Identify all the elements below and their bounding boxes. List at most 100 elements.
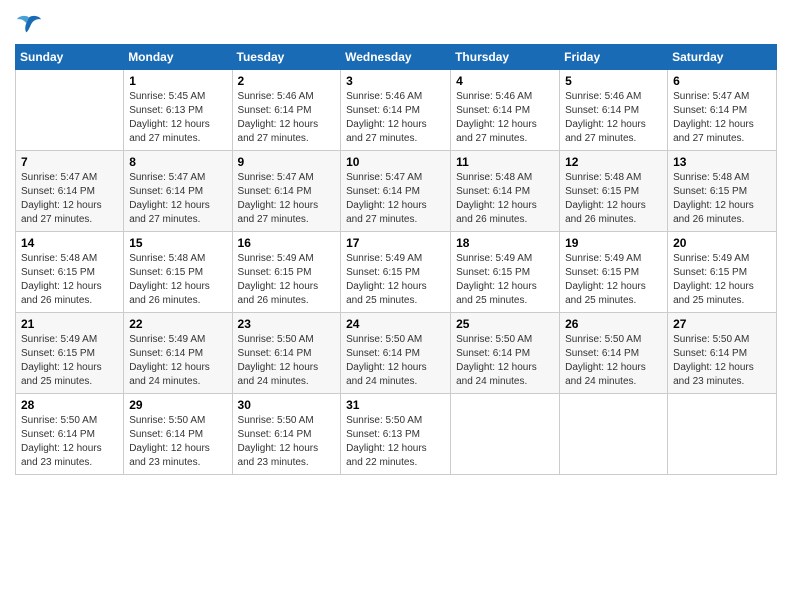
day-info: Sunrise: 5:46 AM Sunset: 6:14 PM Dayligh… xyxy=(346,90,445,146)
day-number: 18 xyxy=(456,236,554,250)
day-info: Sunrise: 5:50 AM Sunset: 6:14 PM Dayligh… xyxy=(673,333,771,389)
calendar-week-5: 28 Sunrise: 5:50 AM Sunset: 6:14 PM Dayli… xyxy=(16,394,777,475)
calendar-cell: 13 Sunrise: 5:48 AM Sunset: 6:15 PM Dayli… xyxy=(668,151,777,232)
day-info: Sunrise: 5:48 AM Sunset: 6:14 PM Dayligh… xyxy=(456,171,554,227)
calendar-week-1: 1 Sunrise: 5:45 AM Sunset: 6:13 PM Daylig… xyxy=(16,70,777,151)
day-number: 31 xyxy=(346,398,445,412)
day-info: Sunrise: 5:45 AM Sunset: 6:13 PM Dayligh… xyxy=(129,90,226,146)
day-number: 10 xyxy=(346,155,445,169)
header-cell-wednesday: Wednesday xyxy=(341,45,451,70)
day-info: Sunrise: 5:47 AM Sunset: 6:14 PM Dayligh… xyxy=(238,171,336,227)
day-number: 1 xyxy=(129,74,226,88)
calendar-cell: 17 Sunrise: 5:49 AM Sunset: 6:15 PM Dayli… xyxy=(341,232,451,313)
calendar-cell: 7Sunrise: 5:47 AM Sunset: 6:14 PM Daylig… xyxy=(16,151,124,232)
day-info: Sunrise: 5:49 AM Sunset: 6:15 PM Dayligh… xyxy=(346,252,445,308)
calendar-cell: 19 Sunrise: 5:49 AM Sunset: 6:15 PM Dayli… xyxy=(560,232,668,313)
calendar-table: SundayMondayTuesdayWednesdayThursdayFrid… xyxy=(15,44,777,475)
calendar-cell: 10 Sunrise: 5:47 AM Sunset: 6:14 PM Dayli… xyxy=(341,151,451,232)
day-number: 14 xyxy=(21,236,118,250)
calendar-cell: 15Sunrise: 5:48 AM Sunset: 6:15 PM Dayli… xyxy=(124,232,232,313)
day-number: 27 xyxy=(673,317,771,331)
calendar-cell: 24 Sunrise: 5:50 AM Sunset: 6:14 PM Dayli… xyxy=(341,313,451,394)
day-info: Sunrise: 5:49 AM Sunset: 6:14 PM Dayligh… xyxy=(129,333,226,389)
calendar-header-row: SundayMondayTuesdayWednesdayThursdayFrid… xyxy=(16,45,777,70)
calendar-cell: 30 Sunrise: 5:50 AM Sunset: 6:14 PM Dayli… xyxy=(232,394,341,475)
day-info: Sunrise: 5:50 AM Sunset: 6:14 PM Dayligh… xyxy=(456,333,554,389)
header-cell-friday: Friday xyxy=(560,45,668,70)
day-info: Sunrise: 5:49 AM Sunset: 6:15 PM Dayligh… xyxy=(238,252,336,308)
day-info: Sunrise: 5:49 AM Sunset: 6:15 PM Dayligh… xyxy=(673,252,771,308)
calendar-cell: 18 Sunrise: 5:49 AM Sunset: 6:15 PM Dayli… xyxy=(451,232,560,313)
calendar-cell: 1 Sunrise: 5:45 AM Sunset: 6:13 PM Daylig… xyxy=(124,70,232,151)
logo-icon xyxy=(15,10,43,38)
day-number: 2 xyxy=(238,74,336,88)
day-number: 9 xyxy=(238,155,336,169)
calendar-cell: 21 Sunrise: 5:49 AM Sunset: 6:15 PM Dayli… xyxy=(16,313,124,394)
calendar-cell: 12Sunrise: 5:48 AM Sunset: 6:15 PM Dayli… xyxy=(560,151,668,232)
day-info: Sunrise: 5:47 AM Sunset: 6:14 PM Dayligh… xyxy=(129,171,226,227)
calendar-cell: 25 Sunrise: 5:50 AM Sunset: 6:14 PM Dayli… xyxy=(451,313,560,394)
day-info: Sunrise: 5:50 AM Sunset: 6:14 PM Dayligh… xyxy=(238,333,336,389)
day-info: Sunrise: 5:47 AM Sunset: 6:14 PM Dayligh… xyxy=(673,90,771,146)
calendar-cell: 2 Sunrise: 5:46 AM Sunset: 6:14 PM Daylig… xyxy=(232,70,341,151)
calendar-cell xyxy=(560,394,668,475)
calendar-cell: 9 Sunrise: 5:47 AM Sunset: 6:14 PM Daylig… xyxy=(232,151,341,232)
day-info: Sunrise: 5:50 AM Sunset: 6:14 PM Dayligh… xyxy=(21,414,118,470)
day-number: 28 xyxy=(21,398,118,412)
header xyxy=(15,10,777,38)
calendar-cell xyxy=(16,70,124,151)
calendar-week-3: 14 Sunrise: 5:48 AM Sunset: 6:15 PM Dayli… xyxy=(16,232,777,313)
calendar-cell: 3 Sunrise: 5:46 AM Sunset: 6:14 PM Daylig… xyxy=(341,70,451,151)
day-number: 5 xyxy=(565,74,662,88)
day-info: Sunrise: 5:47 AM Sunset: 6:14 PM Dayligh… xyxy=(346,171,445,227)
calendar-cell: 8 Sunrise: 5:47 AM Sunset: 6:14 PM Daylig… xyxy=(124,151,232,232)
calendar-cell: 26Sunrise: 5:50 AM Sunset: 6:14 PM Dayli… xyxy=(560,313,668,394)
day-number: 3 xyxy=(346,74,445,88)
day-info: Sunrise: 5:50 AM Sunset: 6:14 PM Dayligh… xyxy=(346,333,445,389)
day-number: 19 xyxy=(565,236,662,250)
day-number: 6 xyxy=(673,74,771,88)
calendar-body: 1 Sunrise: 5:45 AM Sunset: 6:13 PM Daylig… xyxy=(16,70,777,475)
day-number: 8 xyxy=(129,155,226,169)
day-number: 17 xyxy=(346,236,445,250)
day-number: 30 xyxy=(238,398,336,412)
calendar-cell: 27 Sunrise: 5:50 AM Sunset: 6:14 PM Dayli… xyxy=(668,313,777,394)
calendar-week-2: 7Sunrise: 5:47 AM Sunset: 6:14 PM Daylig… xyxy=(16,151,777,232)
day-number: 16 xyxy=(238,236,336,250)
day-info: Sunrise: 5:49 AM Sunset: 6:15 PM Dayligh… xyxy=(565,252,662,308)
day-info: Sunrise: 5:50 AM Sunset: 6:14 PM Dayligh… xyxy=(129,414,226,470)
day-number: 13 xyxy=(673,155,771,169)
day-number: 21 xyxy=(21,317,118,331)
day-info: Sunrise: 5:50 AM Sunset: 6:13 PM Dayligh… xyxy=(346,414,445,470)
calendar-cell: 31 Sunrise: 5:50 AM Sunset: 6:13 PM Dayli… xyxy=(341,394,451,475)
day-number: 4 xyxy=(456,74,554,88)
calendar-cell: 22 Sunrise: 5:49 AM Sunset: 6:14 PM Dayli… xyxy=(124,313,232,394)
day-number: 23 xyxy=(238,317,336,331)
day-number: 11 xyxy=(456,155,554,169)
day-number: 25 xyxy=(456,317,554,331)
calendar-cell: 29 Sunrise: 5:50 AM Sunset: 6:14 PM Dayli… xyxy=(124,394,232,475)
calendar-cell: 16 Sunrise: 5:49 AM Sunset: 6:15 PM Dayli… xyxy=(232,232,341,313)
day-info: Sunrise: 5:50 AM Sunset: 6:14 PM Dayligh… xyxy=(238,414,336,470)
calendar-cell xyxy=(668,394,777,475)
day-info: Sunrise: 5:46 AM Sunset: 6:14 PM Dayligh… xyxy=(456,90,554,146)
day-info: Sunrise: 5:46 AM Sunset: 6:14 PM Dayligh… xyxy=(238,90,336,146)
day-number: 22 xyxy=(129,317,226,331)
header-cell-thursday: Thursday xyxy=(451,45,560,70)
calendar-cell: 28 Sunrise: 5:50 AM Sunset: 6:14 PM Dayli… xyxy=(16,394,124,475)
day-info: Sunrise: 5:48 AM Sunset: 6:15 PM Dayligh… xyxy=(129,252,226,308)
day-info: Sunrise: 5:49 AM Sunset: 6:15 PM Dayligh… xyxy=(456,252,554,308)
day-number: 26 xyxy=(565,317,662,331)
calendar-cell: 23 Sunrise: 5:50 AM Sunset: 6:14 PM Dayli… xyxy=(232,313,341,394)
day-info: Sunrise: 5:46 AM Sunset: 6:14 PM Dayligh… xyxy=(565,90,662,146)
day-number: 24 xyxy=(346,317,445,331)
day-number: 29 xyxy=(129,398,226,412)
calendar-cell: 11 Sunrise: 5:48 AM Sunset: 6:14 PM Dayli… xyxy=(451,151,560,232)
logo xyxy=(15,10,47,38)
day-info: Sunrise: 5:48 AM Sunset: 6:15 PM Dayligh… xyxy=(673,171,771,227)
calendar-cell: 14Sunrise: 5:48 AM Sunset: 6:15 PM Dayli… xyxy=(16,232,124,313)
calendar-cell: 4 Sunrise: 5:46 AM Sunset: 6:14 PM Daylig… xyxy=(451,70,560,151)
day-number: 20 xyxy=(673,236,771,250)
day-info: Sunrise: 5:49 AM Sunset: 6:15 PM Dayligh… xyxy=(21,333,118,389)
header-cell-sunday: Sunday xyxy=(16,45,124,70)
